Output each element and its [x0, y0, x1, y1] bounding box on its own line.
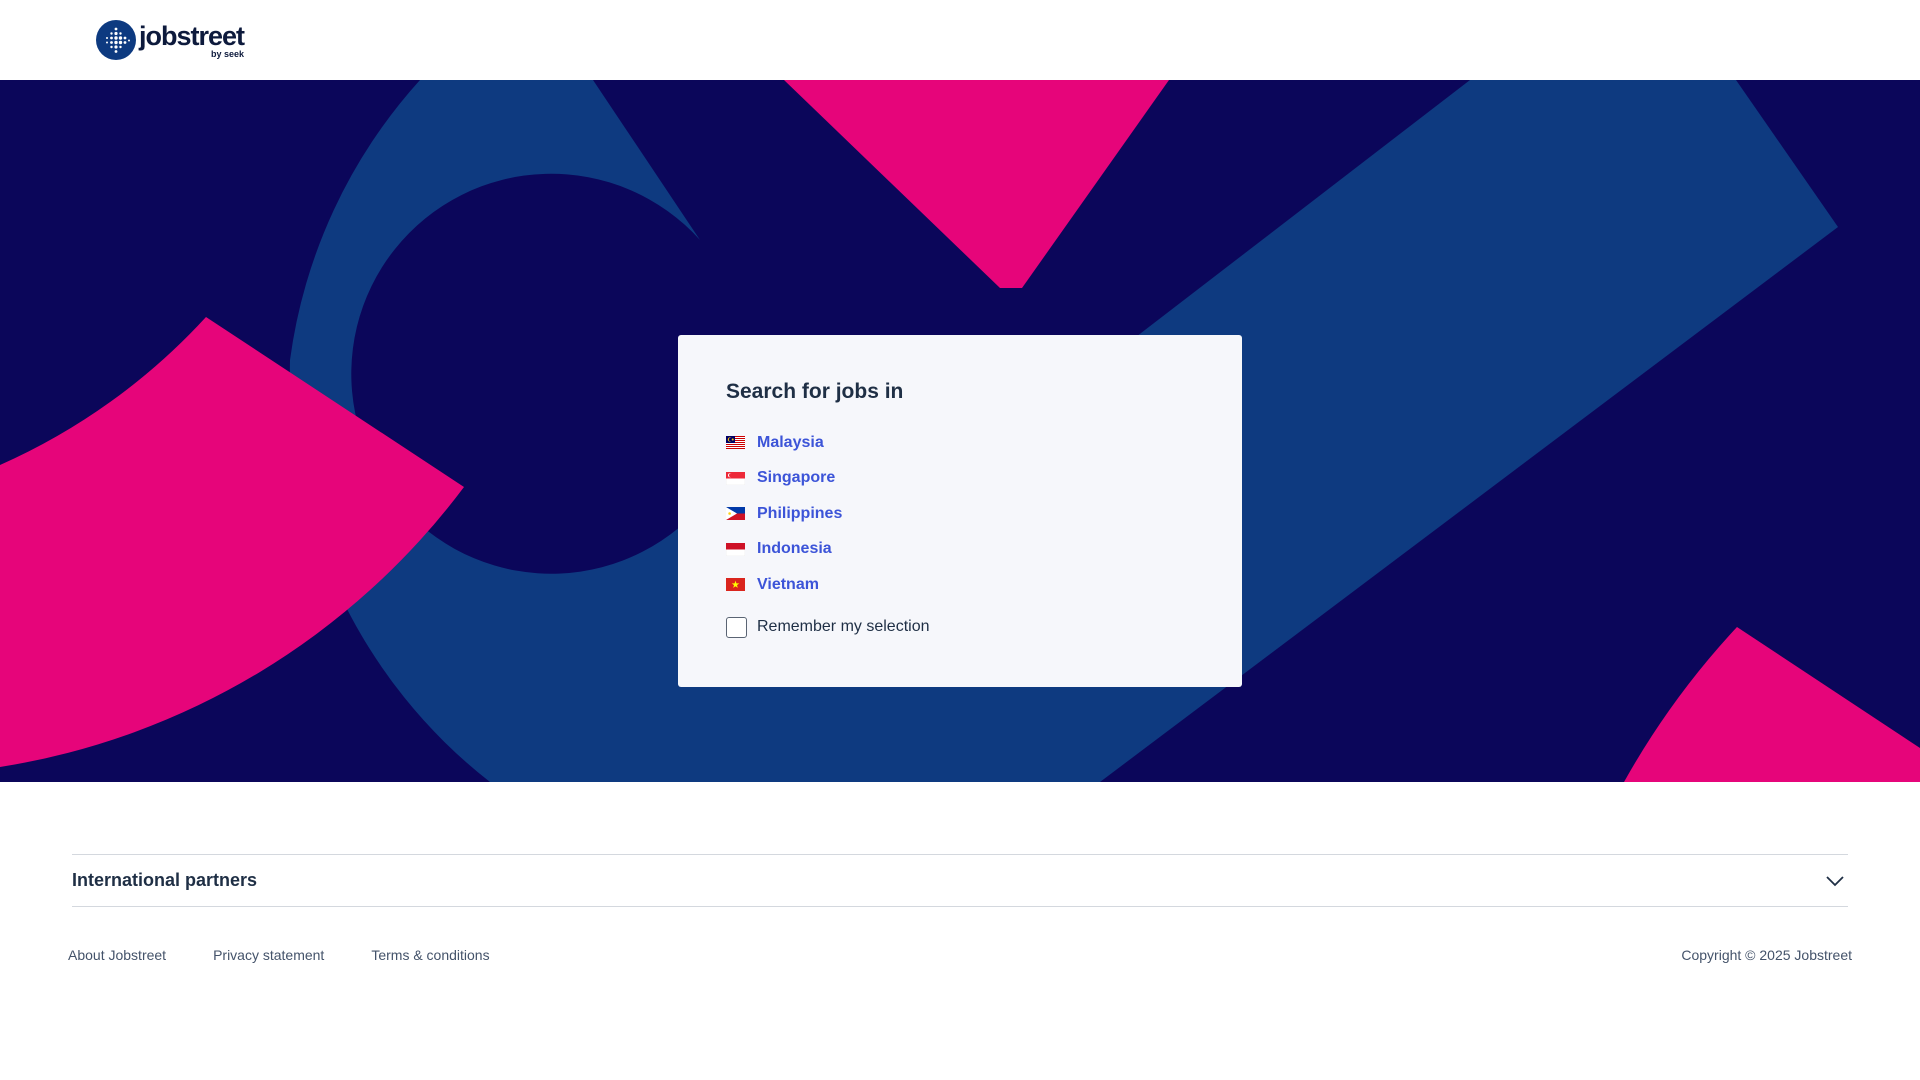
- jobstreet-logo[interactable]: jobstreet by seek: [96, 20, 249, 60]
- footer-link-privacy[interactable]: Privacy statement: [213, 947, 324, 963]
- vietnam-flag-icon: [726, 578, 745, 592]
- remember-selection-label: Remember my selection: [757, 618, 930, 635]
- jobstreet-logo-icon: [96, 20, 136, 60]
- hero-pink-triangle: [784, 80, 1169, 288]
- country-selector-card: Search for jobs in Malaysia Singapore Ph…: [678, 335, 1242, 687]
- remember-selection[interactable]: Remember my selection: [726, 616, 1194, 638]
- footer-links: About Jobstreet Privacy statement Terms …: [68, 947, 537, 963]
- country-link-indonesia[interactable]: Indonesia: [757, 540, 832, 558]
- country-item-philippines[interactable]: Philippines: [726, 496, 1194, 532]
- brand-name: jobstreet: [139, 21, 245, 51]
- copyright-text: Copyright © 2025 Jobstreet: [1681, 947, 1852, 963]
- international-partners-accordion[interactable]: International partners: [72, 854, 1848, 907]
- country-item-singapore[interactable]: Singapore: [726, 461, 1194, 497]
- card-title: Search for jobs in: [726, 380, 904, 403]
- malaysia-flag-icon: [726, 436, 745, 450]
- logo-wordmark: jobstreet by seek: [139, 20, 249, 60]
- country-link-vietnam[interactable]: Vietnam: [757, 576, 819, 594]
- brand-sub: by seek: [210, 49, 244, 59]
- hero-pink-wedge-right: [1624, 627, 1920, 782]
- footer-link-terms[interactable]: Terms & conditions: [371, 947, 489, 963]
- hero-banner: Search for jobs in Malaysia Singapore Ph…: [0, 80, 1920, 782]
- hero-pink-wedge-left: [0, 317, 464, 767]
- country-item-vietnam[interactable]: Vietnam: [726, 567, 1194, 603]
- remember-selection-checkbox[interactable]: [726, 616, 747, 638]
- top-header: jobstreet by seek: [0, 0, 1920, 80]
- country-item-malaysia[interactable]: Malaysia: [726, 425, 1194, 461]
- singapore-flag-icon: [726, 471, 745, 485]
- indonesia-flag-icon: [726, 542, 745, 556]
- country-item-indonesia[interactable]: Indonesia: [726, 532, 1194, 568]
- country-link-malaysia[interactable]: Malaysia: [757, 434, 824, 452]
- footer-link-about[interactable]: About Jobstreet: [68, 947, 166, 963]
- country-link-philippines[interactable]: Philippines: [757, 505, 842, 523]
- international-partners-title: International partners: [72, 870, 258, 890]
- country-link-singapore[interactable]: Singapore: [757, 469, 835, 487]
- chevron-down-icon[interactable]: [1826, 875, 1844, 887]
- philippines-flag-icon: [726, 507, 745, 521]
